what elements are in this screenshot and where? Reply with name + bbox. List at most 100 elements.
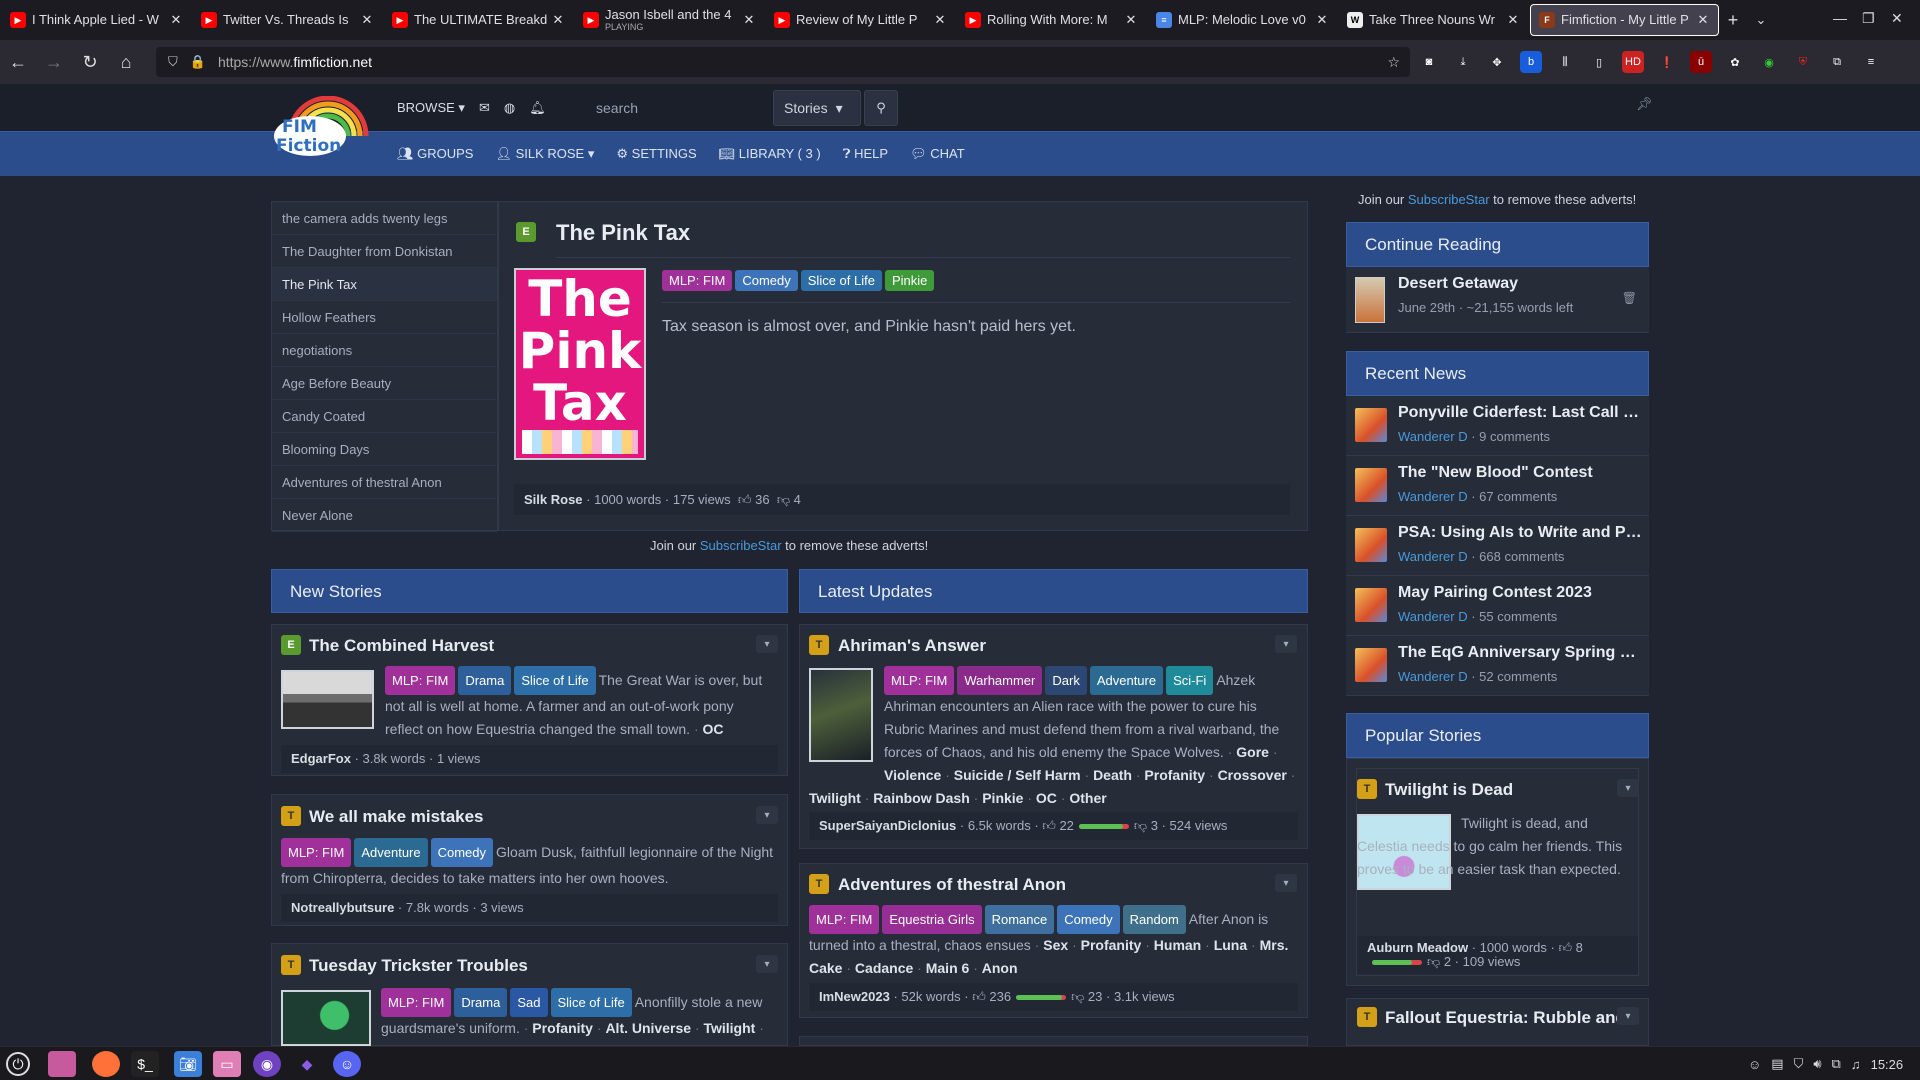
terminal-icon[interactable]: $_ [131, 1051, 159, 1077]
start-menu-icon[interactable]: ⏻ [6, 1052, 30, 1076]
pocket-icon[interactable]: ◙ [1418, 51, 1440, 73]
tag[interactable]: Drama [454, 988, 508, 1017]
story-title[interactable]: The Combined Harvest [309, 636, 494, 656]
tag[interactable]: Slice of Life [514, 666, 596, 695]
tag[interactable]: MLP: FIM [385, 666, 456, 695]
character-tag[interactable]: Profanity [532, 1020, 593, 1036]
story-title[interactable]: Fallout Equestria: Rubble and... [1385, 1008, 1640, 1028]
thumbs-up-icon[interactable]: 👍︎ [738, 492, 752, 507]
thumbs-up-icon[interactable]: · 👍︎ [1031, 818, 1060, 833]
tag[interactable]: MLP: FIM [281, 838, 352, 867]
browser-tab[interactable]: F Fimfiction - My Little P ✕ [1530, 4, 1719, 36]
close-tab-icon[interactable]: ✕ [551, 12, 565, 28]
tag[interactable]: MLP: FIM [381, 988, 452, 1017]
news-item[interactable]: May Pairing Contest 2023 Wanderer D · 55 … [1346, 576, 1649, 636]
shield-red-icon[interactable]: ⛨ [1792, 51, 1814, 73]
story-author[interactable]: ImNew2023 [819, 989, 890, 1004]
tag[interactable]: Slice of Life [800, 270, 882, 291]
character-tag[interactable]: Human [1154, 937, 1201, 953]
bell-icon[interactable]: 🔔︎ [529, 100, 546, 116]
bitwarden-icon[interactable]: b [1520, 51, 1542, 73]
character-tag[interactable]: Gore [1236, 744, 1269, 760]
story-list-item[interactable]: Candy Coated [272, 400, 497, 433]
subscribestar-link[interactable]: SubscribeStar [700, 538, 782, 553]
character-tag[interactable]: Suicide / Self Harm [954, 767, 1081, 783]
story-thumbnail[interactable] [281, 990, 371, 1046]
user-menu[interactable]: 👤︎ SILK ROSE ▾ [495, 146, 594, 162]
tag[interactable]: Adventure [1089, 666, 1164, 695]
story-author[interactable]: Notreallybutsure [291, 900, 394, 915]
news-title[interactable]: Ponyville Ciderfest: Last Call for ... [1398, 404, 1644, 422]
news-item[interactable]: The EqG Anniversary Spring Fling... Wande… [1346, 636, 1649, 696]
character-tag[interactable]: Main 6 [926, 960, 970, 976]
close-tab-icon[interactable]: ✕ [1315, 12, 1329, 28]
story-title[interactable]: Tuesday Trickster Troubles [309, 956, 528, 976]
tag[interactable]: MLP: FIM [809, 905, 880, 934]
bookmark-star-icon[interactable]: ☆ [1387, 54, 1400, 71]
chevron-down-icon[interactable]: ▾ [1275, 635, 1297, 653]
tag[interactable]: MLP: FIM [662, 270, 733, 291]
story-author[interactable]: Auburn Meadow [1367, 940, 1468, 955]
tag[interactable]: Warhammer [957, 666, 1043, 695]
chevron-down-icon[interactable]: ▾ [756, 635, 778, 653]
github-icon[interactable]: ◉ [253, 1051, 281, 1077]
news-item[interactable]: PSA: Using AIs to Write and Publi... Wand… [1346, 516, 1649, 576]
story-list-item[interactable]: Adventures of thestral Anon [272, 466, 497, 499]
download-icon[interactable]: ⤓ [1452, 51, 1474, 73]
browser-tab[interactable]: W Take Three Nouns Wr ✕ [1339, 4, 1528, 36]
browser-tab[interactable]: ▶ Twitter Vs. Threads Is ✕ [193, 4, 382, 36]
story-list-item[interactable]: the camera adds twenty legs [272, 202, 497, 235]
character-tag[interactable]: Other [1069, 790, 1106, 806]
ublock-icon[interactable]: ū [1690, 51, 1712, 73]
tag[interactable]: Slice of Life [550, 988, 632, 1017]
character-tag[interactable]: Profanity [1144, 767, 1205, 783]
tag[interactable]: Comedy [430, 838, 494, 867]
thumbs-down-icon[interactable]: 👎︎ [1134, 818, 1151, 833]
addon-green-icon[interactable]: ◉ [1758, 51, 1780, 73]
story-list-item[interactable]: The Pink Tax [272, 268, 497, 301]
news-title[interactable]: May Pairing Contest 2023 [1398, 584, 1644, 602]
chevron-down-icon[interactable]: ▾ [1617, 1007, 1639, 1025]
search-type-select[interactable]: Stories ▾ [773, 90, 861, 126]
character-tag[interactable]: Alt. Universe [605, 1020, 691, 1036]
tag[interactable]: Comedy [1057, 905, 1120, 934]
chevron-down-icon[interactable]: ▾ [756, 806, 778, 824]
clipboard-icon[interactable]: ▤ [1771, 1056, 1783, 1072]
character-tag[interactable]: Profanity [1081, 937, 1142, 953]
story-title[interactable]: We all make mistakes [309, 807, 484, 827]
globe-icon[interactable]: ◍ [504, 100, 515, 116]
shield-tray-icon[interactable]: ⛉ [1794, 1056, 1804, 1072]
story-list-item[interactable]: Never Alone [272, 499, 497, 532]
minimize-icon[interactable]: — [1833, 10, 1847, 26]
character-tag[interactable]: Cadance [855, 960, 913, 976]
reload-icon[interactable]: ↻ [72, 47, 108, 77]
news-author[interactable]: Wanderer D [1398, 429, 1468, 444]
character-tag[interactable]: Violence [884, 767, 941, 783]
close-tab-icon[interactable]: ✕ [742, 12, 756, 28]
library-link[interactable]: 📖︎ LIBRARY ( 3 ) [719, 146, 821, 162]
close-tab-icon[interactable]: ✕ [169, 12, 183, 28]
news-title[interactable]: The EqG Anniversary Spring Fling... [1398, 644, 1644, 662]
fimfiction-logo[interactable]: FIM Fiction [270, 96, 375, 162]
news-author[interactable]: Wanderer D [1398, 609, 1468, 624]
tag[interactable]: Pinkie [884, 270, 935, 291]
camera-icon[interactable]: 📷︎ [174, 1051, 202, 1077]
story-title[interactable]: Ahriman's Answer [838, 636, 986, 656]
news-author[interactable]: Wanderer D [1398, 489, 1468, 504]
news-author[interactable]: Wanderer D [1398, 549, 1468, 564]
tag[interactable]: Drama [458, 666, 512, 695]
tag[interactable]: Random [1122, 905, 1186, 934]
close-tab-icon[interactable]: ✕ [933, 12, 947, 28]
news-item[interactable]: Ponyville Ciderfest: Last Call for ... Wa… [1346, 396, 1649, 456]
character-tag[interactable]: OC [703, 721, 724, 737]
character-tag[interactable]: Sex [1043, 937, 1068, 953]
thumbs-down-icon[interactable]: 👎︎ [1071, 989, 1088, 1004]
browser-tab[interactable]: ▶ I Think Apple Lied - W ✕ [2, 4, 191, 36]
news-item[interactable]: The "New Blood" Contest Wanderer D · 67 c… [1346, 456, 1649, 516]
subscribestar-link[interactable]: SubscribeStar [1408, 192, 1490, 207]
discord-tray-icon[interactable]: ☺ [1748, 1057, 1761, 1072]
news-author[interactable]: Wanderer D [1398, 669, 1468, 684]
story-thumbnail[interactable] [281, 670, 374, 729]
story-title[interactable]: Adventures of thestral Anon [838, 875, 1066, 895]
network-icon[interactable]: ⧉ [1832, 1056, 1841, 1072]
